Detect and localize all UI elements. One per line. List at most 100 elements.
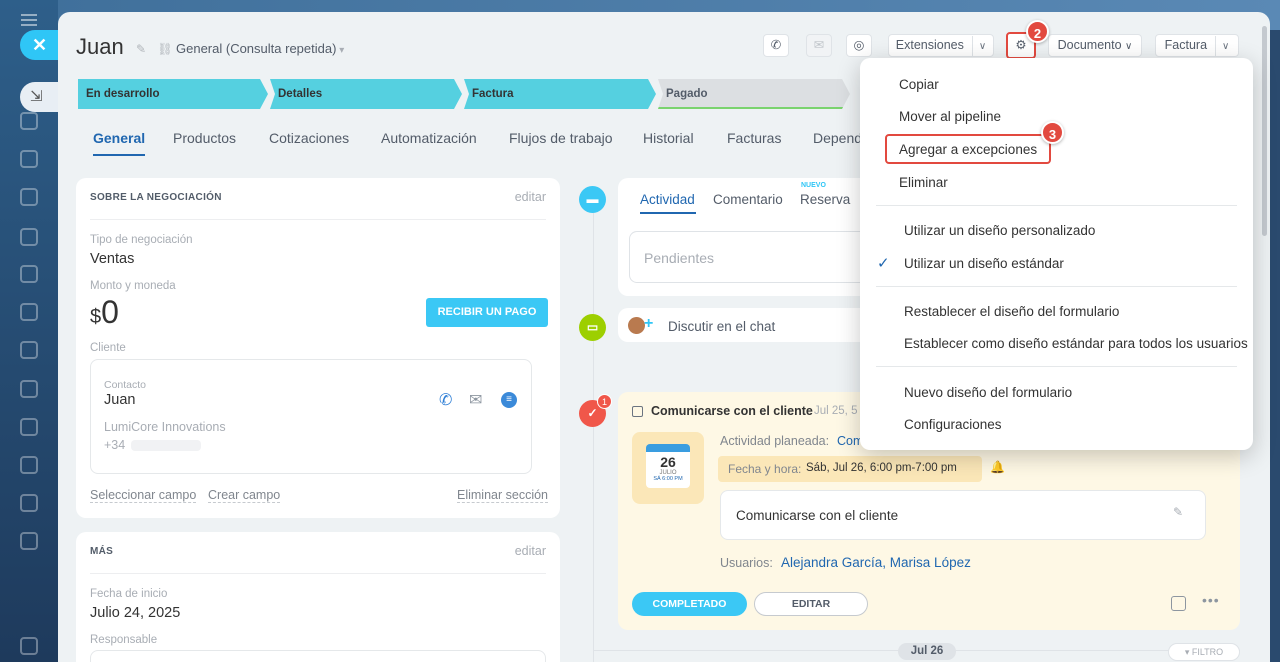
contact-name[interactable]: Juan	[104, 392, 135, 408]
calendar-icon: 26 JULIO SÁ 6:00 PM	[646, 444, 690, 488]
menu-item-set-standard-all[interactable]: Establecer como diseño estándar para tod…	[904, 336, 1248, 351]
deal-type-value[interactable]: Ventas	[90, 251, 134, 267]
divider	[90, 573, 546, 574]
divider	[90, 219, 546, 220]
email-button[interactable]: ✉	[806, 34, 832, 57]
menu-item-new-layout[interactable]: Nuevo diseño del formulario	[904, 385, 1072, 400]
company-name[interactable]: LumiCore Innovations	[104, 420, 226, 434]
stage-factura[interactable]: Factura	[464, 79, 656, 109]
menu-item-standard-layout[interactable]: Utilizar un diseño estándar	[904, 256, 1064, 271]
tab-general[interactable]: General	[93, 130, 146, 156]
page-title: Juan	[76, 34, 124, 59]
datetime-chip[interactable]: Fecha y hora: Sáb, Jul 26, 6:00 pm-7:00 …	[718, 456, 982, 482]
document-button[interactable]: Documento ∨	[1048, 34, 1142, 57]
pipeline-selector[interactable]: General (Consulta repetida)	[176, 41, 344, 56]
tab-booking[interactable]: Reserva	[800, 192, 850, 207]
mail-icon[interactable]	[20, 303, 38, 321]
deal-type-label: Tipo de negociación	[90, 234, 193, 246]
menu-item-delete[interactable]: Eliminar	[899, 175, 948, 190]
document-icon[interactable]	[20, 456, 38, 474]
avatar	[628, 317, 645, 334]
tab-activity[interactable]: Actividad	[640, 192, 695, 207]
call-icon[interactable]: ✆	[439, 390, 452, 410]
task-note-box[interactable]: Comunicarse con el cliente ✎	[720, 490, 1206, 540]
start-date-value[interactable]: Julio 24, 2025	[90, 605, 180, 621]
menu-item-copy[interactable]: Copiar	[899, 77, 939, 92]
create-field-link[interactable]: Crear campo	[208, 488, 281, 503]
edit-link-icons[interactable]: ✎ ⛓	[136, 42, 177, 56]
responsible-box[interactable]	[90, 650, 546, 662]
target-icon[interactable]	[20, 418, 38, 436]
email-icon[interactable]: ✉	[469, 390, 482, 410]
tasks-icon[interactable]	[20, 112, 38, 130]
tab-dependencias[interactable]: Depend	[813, 130, 862, 146]
chat-icon: ◎	[853, 38, 865, 52]
timeline-line	[593, 192, 594, 662]
amount-value[interactable]: $0	[90, 294, 119, 331]
tab-automatizacion[interactable]: Automatización	[381, 130, 477, 146]
chart-icon[interactable]	[20, 228, 38, 246]
task-title[interactable]: Comunicarse con el cliente	[651, 404, 813, 418]
tab-historial[interactable]: Historial	[643, 130, 694, 146]
select-field-link[interactable]: Seleccionar campo	[90, 488, 197, 503]
phone-button[interactable]: ✆	[763, 34, 789, 57]
chat-button[interactable]: ◎	[846, 34, 872, 57]
tab-productos[interactable]: Productos	[173, 130, 236, 146]
note-icon[interactable]	[1171, 596, 1186, 611]
phone-icon: ✆	[770, 38, 782, 52]
menu-item-move-pipeline[interactable]: Mover al pipeline	[899, 109, 1001, 124]
menu-item-reset-layout[interactable]: Restablecer el diseño del formulario	[904, 304, 1119, 319]
menu-item-settings[interactable]: Configuraciones	[904, 417, 1002, 432]
contact-box: Contacto Juan LumiCore Innovations +34 ✆…	[90, 359, 532, 474]
storage-icon[interactable]	[20, 380, 38, 398]
invoice-button[interactable]: Factura ∨	[1155, 34, 1239, 57]
edit-section-link[interactable]: editar	[515, 544, 546, 558]
chevron-down-icon: ∨	[971, 36, 986, 57]
section-heading: SOBRE LA NEGOCIACIÓN	[90, 192, 222, 203]
shield-icon[interactable]	[20, 532, 38, 550]
sign-icon[interactable]	[20, 494, 38, 512]
chat-dot-icon: ▭	[579, 314, 606, 341]
filter-button[interactable]: ▾ FILTRO	[1168, 643, 1240, 661]
bell-icon[interactable]: 🔔	[990, 460, 1005, 474]
task-checkbox[interactable]	[632, 406, 643, 417]
menu-item-custom-layout[interactable]: Utilizar un diseño personalizado	[904, 223, 1095, 238]
hamburger-icon[interactable]	[21, 14, 37, 26]
section-heading: MÁS	[90, 546, 114, 557]
tab-flujos[interactable]: Flujos de trabajo	[509, 130, 613, 146]
more-icon[interactable]: •••	[1202, 592, 1220, 608]
phone-number[interactable]: +34	[104, 438, 125, 452]
plus-icon[interactable]: +	[644, 315, 653, 333]
delete-section-link[interactable]: Eliminar sección	[457, 488, 549, 503]
stage-en-desarrollo[interactable]: En desarrollo	[78, 79, 268, 109]
stage-detalles[interactable]: Detalles	[270, 79, 462, 109]
mail-icon: ✉	[813, 38, 825, 52]
tab-cotizaciones[interactable]: Cotizaciones	[269, 130, 349, 146]
scrollbar[interactable]	[1262, 26, 1267, 236]
start-date-label: Fecha de inicio	[90, 588, 168, 600]
calendar-icon[interactable]	[20, 341, 38, 359]
extensions-button[interactable]: Extensiones ∨	[888, 34, 994, 57]
highlight-box	[885, 134, 1051, 164]
filter-icon[interactable]	[20, 150, 38, 168]
chat-bubble-icon[interactable]: ≡	[501, 392, 517, 408]
printer-icon[interactable]	[20, 637, 38, 655]
date-pill: Jul 26	[898, 643, 956, 660]
complete-button[interactable]: COMPLETADO	[632, 592, 747, 616]
cart-icon[interactable]	[20, 265, 38, 283]
pencil-icon[interactable]: ✎	[1173, 505, 1183, 519]
users-value[interactable]: Alejandra García, Marisa López	[781, 555, 971, 570]
close-slider-button[interactable]: ✕	[20, 30, 58, 60]
stage-pagado[interactable]: Pagado	[658, 79, 850, 109]
tab-comment[interactable]: Comentario	[713, 192, 783, 207]
receive-payment-button[interactable]: RECIBIR UN PAGO	[426, 298, 548, 327]
edit-section-link[interactable]: editar	[515, 190, 546, 204]
minimize-slider-button[interactable]	[20, 82, 58, 112]
activity-dot-icon: ▬	[579, 186, 606, 213]
step-badge-2: 2	[1026, 20, 1049, 43]
edit-task-button[interactable]: EDITAR	[754, 592, 868, 616]
tab-facturas[interactable]: Facturas	[727, 130, 781, 146]
robot-icon[interactable]	[20, 188, 38, 206]
chevron-down-icon: ∨	[1125, 41, 1133, 52]
discuss-in-chat[interactable]: Discutir en el chat	[668, 319, 775, 334]
